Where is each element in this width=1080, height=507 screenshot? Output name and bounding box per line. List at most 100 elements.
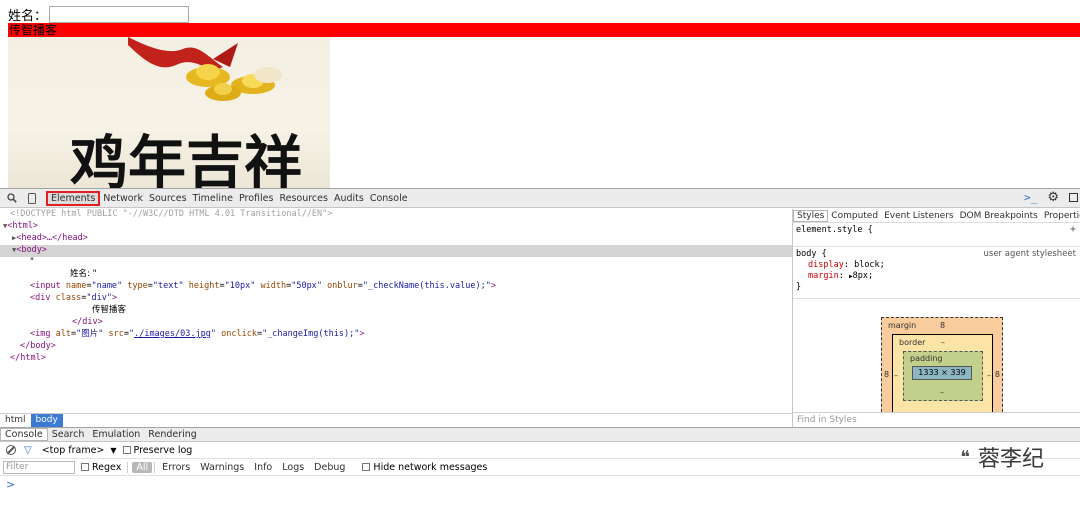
level-logs[interactable]: Logs [277, 462, 309, 473]
box-model-border[interactable]: border – – – padding 1333 × 339 – [892, 334, 993, 414]
tab-dom-breakpoints[interactable]: DOM Breakpoints [957, 211, 1041, 221]
add-rule-icon[interactable]: + [1070, 224, 1076, 235]
devtools-panel: Elements Network Sources Timeline Profil… [0, 188, 1080, 507]
img-src-link[interactable]: ./images/03.jpg [134, 329, 211, 339]
poster-image[interactable]: 鸡年吉祥 [8, 37, 330, 188]
breadcrumb: html body [0, 413, 792, 427]
dock-icon[interactable] [1069, 193, 1078, 202]
tab-profiles[interactable]: Profiles [236, 191, 277, 206]
div-text-node[interactable]: 传智播客 [0, 305, 792, 317]
level-all[interactable]: All [132, 461, 153, 473]
tab-properties[interactable]: Properties [1041, 211, 1080, 221]
elements-tree: <!DOCTYPE html PUBLIC "-//W3C//DTD HTML … [0, 209, 792, 413]
text-node-name[interactable]: 姓名: " [0, 269, 792, 281]
filter-icon[interactable]: ▽ [24, 445, 32, 456]
text-node-quote[interactable]: " [0, 257, 792, 269]
console-drawer-icon[interactable]: >_ [1024, 191, 1037, 204]
regex-label: Regex [92, 461, 122, 473]
drawer-tabs: Console Search Emulation Rendering [0, 428, 1080, 442]
console-filter-bar: Filter Regex All Errors Warnings Info Lo… [0, 459, 1080, 476]
gear-icon[interactable]: ⚙ [1047, 190, 1059, 205]
margin-value[interactable]: 8px; [853, 271, 873, 281]
tab-elements[interactable]: Elements [46, 190, 101, 206]
margin-prop[interactable]: margin [808, 271, 839, 281]
tab-event-listeners[interactable]: Event Listeners [881, 211, 957, 221]
body-rule-selector: body { [796, 249, 827, 259]
web-page-viewport: 姓名： 传智播客 鸡年吉祥 [0, 0, 1080, 188]
tab-audits[interactable]: Audits [331, 191, 367, 206]
margin-left-value: 8 [884, 370, 890, 379]
poster-calligraphy: 鸡年吉祥 [70, 129, 302, 188]
border-left-value: – [894, 371, 898, 380]
wechat-icon: ❝ [960, 446, 970, 468]
tab-resources[interactable]: Resources [276, 191, 331, 206]
padding-bottom-value: – [940, 388, 944, 397]
div-node[interactable]: <div class="div"> [0, 293, 792, 305]
border-right-value: – [987, 371, 991, 380]
drawer-tab-console[interactable]: Console [0, 428, 48, 441]
box-model-margin[interactable]: margin 8 8 8 border – – – padding 1333 ×… [881, 317, 1003, 417]
body-close-node[interactable]: </body> [0, 341, 792, 353]
search-icon[interactable] [4, 190, 20, 206]
divider [127, 461, 129, 473]
name-input[interactable] [49, 6, 190, 23]
margin-label: margin [888, 321, 917, 330]
box-model-content[interactable]: 1333 × 339 [912, 366, 972, 380]
tab-network[interactable]: Network [100, 191, 146, 206]
drawer-tab-rendering[interactable]: Rendering [144, 429, 201, 440]
border-value: – [941, 338, 945, 347]
hide-network-label: Hide network messages [373, 461, 488, 473]
tab-styles[interactable]: Styles [793, 209, 829, 222]
devtools-tabs: Elements Network Sources Timeline Profil… [46, 190, 411, 206]
html-node[interactable]: ▼<html> [0, 221, 792, 233]
drawer-tab-search[interactable]: Search [48, 429, 89, 440]
input-node[interactable]: <input name="name" type="text" height="1… [0, 281, 792, 293]
styles-sidebar: Styles Computed Event Listeners DOM Brea… [792, 209, 1080, 427]
element-style-selector: element.style { [796, 225, 873, 235]
watermark: ❝ 蓉李纪 [960, 441, 1044, 473]
name-row: 姓名： [8, 5, 190, 24]
level-info[interactable]: Info [249, 462, 277, 473]
tab-computed[interactable]: Computed [828, 211, 881, 221]
console-drawer: Console Search Emulation Rendering ▽ <to… [0, 427, 1080, 507]
console-toolbar: ▽ <top frame> ▼ Preserve log [0, 442, 1080, 459]
frame-selector[interactable]: <top frame> [42, 445, 105, 456]
divider [154, 461, 156, 473]
ua-stylesheet-label: user agent stylesheet [983, 249, 1077, 259]
head-node[interactable]: ▶<head>…</head> [0, 233, 792, 245]
display-prop[interactable]: display [808, 260, 844, 270]
tab-sources[interactable]: Sources [146, 191, 190, 206]
name-label: 姓名： [8, 9, 48, 24]
breadcrumb-body[interactable]: body [30, 414, 63, 427]
device-mode-icon[interactable] [24, 190, 40, 206]
display-value[interactable]: block; [854, 260, 885, 270]
element-style-rule[interactable]: element.style { + [793, 223, 1080, 247]
html-close-node[interactable]: </html> [0, 353, 792, 365]
regex-checkbox[interactable] [81, 463, 89, 471]
console-prompt[interactable]: > [0, 476, 1080, 494]
drawer-tab-emulation[interactable]: Emulation [88, 429, 144, 440]
tab-console[interactable]: Console [367, 191, 411, 206]
dropdown-arrow-icon[interactable]: ▼ [110, 446, 116, 455]
margin-top-value: 8 [940, 321, 946, 330]
margin-right-value: 8 [994, 370, 1000, 379]
doctype-node[interactable]: <!DOCTYPE html PUBLIC "-//W3C//DTD HTML … [0, 209, 792, 221]
hide-network-checkbox[interactable] [362, 463, 371, 471]
toolbar-right: >_ ⚙ [1024, 190, 1078, 205]
body-rule[interactable]: body {user agent stylesheet display: blo… [793, 247, 1080, 299]
level-warnings[interactable]: Warnings [195, 462, 249, 473]
tab-timeline[interactable]: Timeline [190, 191, 236, 206]
console-filter-input[interactable]: Filter [3, 460, 75, 474]
border-label: border [899, 338, 926, 347]
clear-console-icon[interactable] [6, 445, 16, 455]
level-debug[interactable]: Debug [309, 462, 350, 473]
img-node[interactable]: <img alt="图片" src="./images/03.jpg" oncl… [0, 329, 792, 341]
body-node-selected[interactable]: ▼<body> [0, 245, 792, 257]
div-close-node[interactable]: </div> [0, 317, 792, 329]
preserve-log-checkbox[interactable] [122, 446, 131, 454]
level-errors[interactable]: Errors [157, 462, 195, 473]
watermark-text: 蓉李纪 [977, 447, 1044, 472]
box-model-padding[interactable]: padding 1333 × 339 – [903, 351, 983, 401]
breadcrumb-html[interactable]: html [0, 414, 31, 427]
find-in-styles-input[interactable]: Find in Styles [793, 412, 1080, 427]
